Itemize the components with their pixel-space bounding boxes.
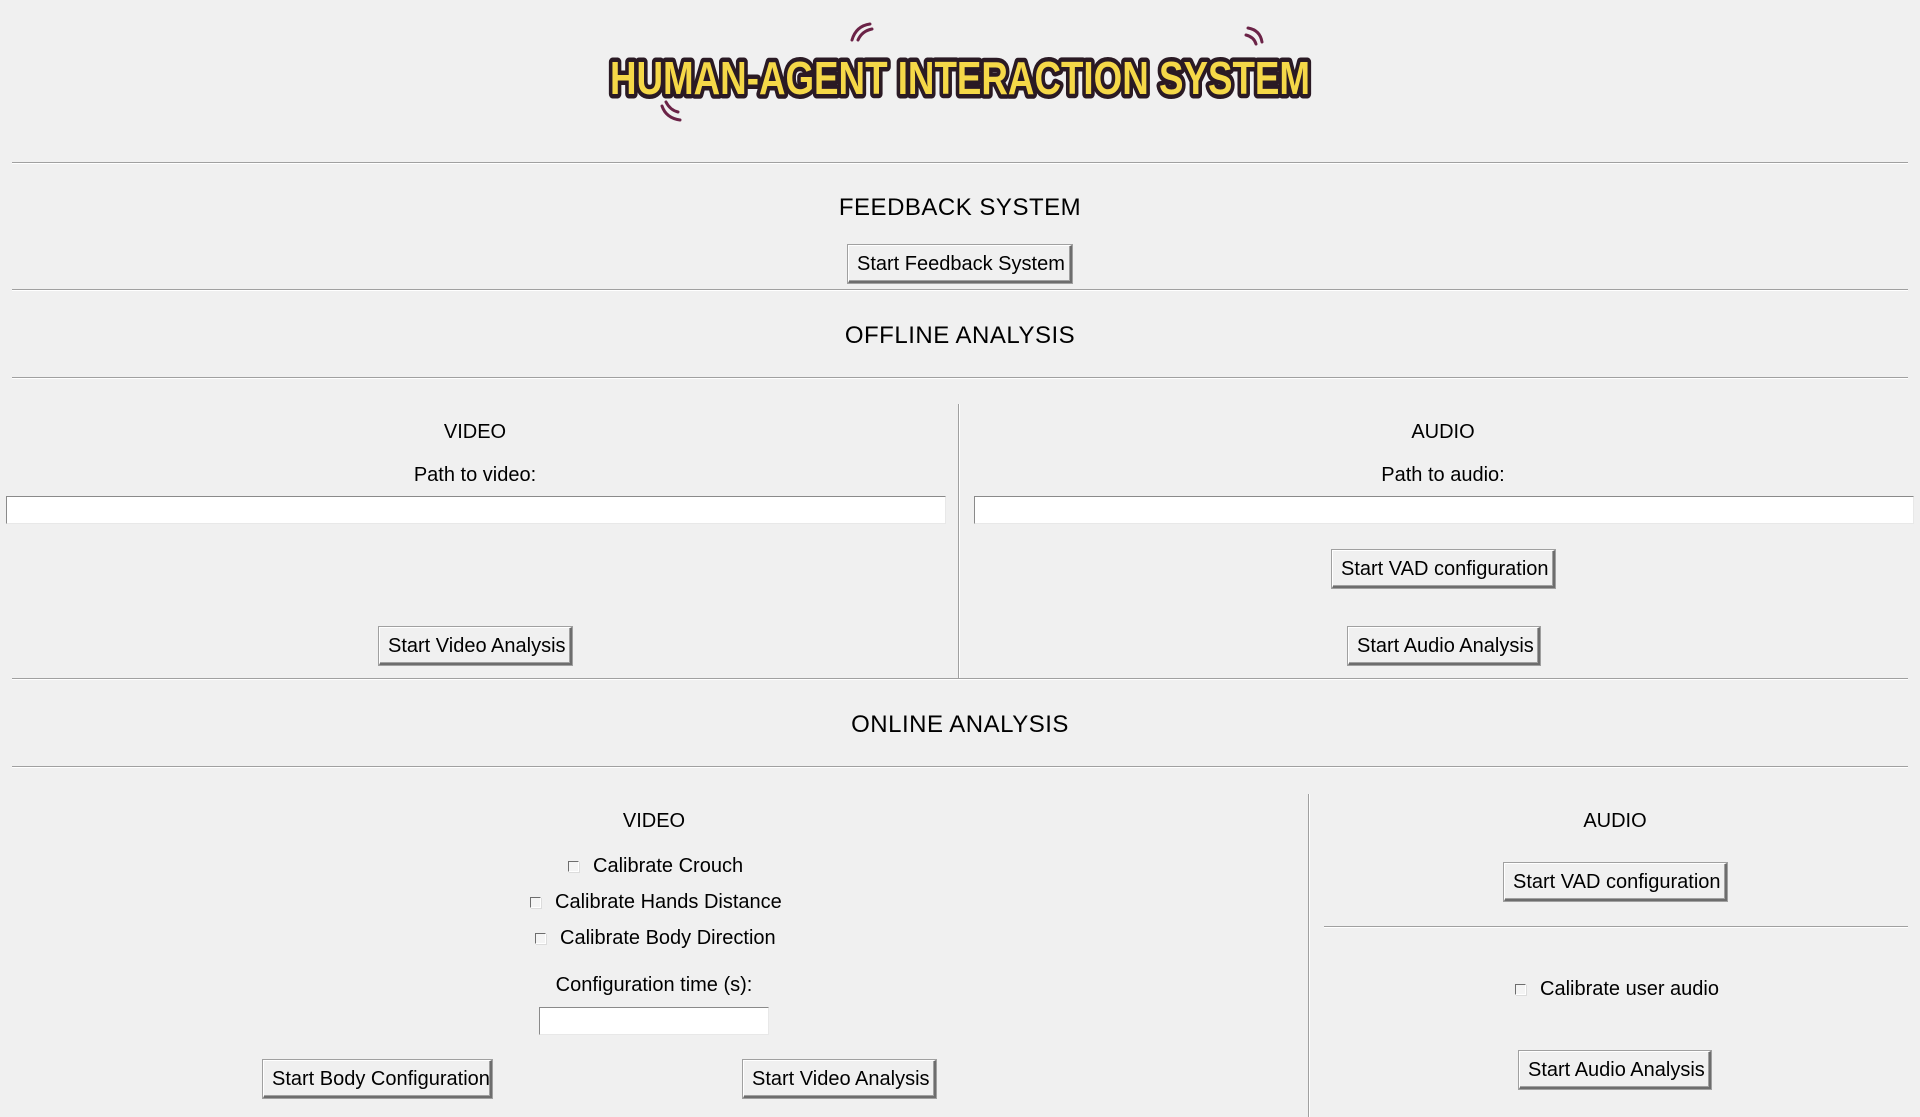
separator: [12, 377, 1908, 379]
checkbox-box[interactable]: [1515, 984, 1526, 995]
online-start-video-analysis-button[interactable]: Start Video Analysis: [743, 1060, 936, 1098]
checkbox-label: Calibrate Crouch: [593, 855, 744, 877]
path-to-video-label: Path to video:: [413, 464, 537, 486]
separator: [12, 766, 1908, 768]
separator: [12, 289, 1908, 291]
checkbox-box[interactable]: [568, 861, 579, 872]
checkbox-label: Calibrate Hands Distance: [555, 891, 782, 913]
online-section-title: ONLINE ANALYSIS: [851, 711, 1069, 738]
offline-audio-title: AUDIO: [1411, 421, 1475, 443]
vertical-separator: [1308, 794, 1310, 1117]
offline-section-title: OFFLINE ANALYSIS: [844, 322, 1076, 349]
offline-video-title: VIDEO: [443, 421, 507, 443]
calibrate-user-audio-checkbox[interactable]: Calibrate user audio: [1515, 978, 1719, 1001]
checkbox-box[interactable]: [530, 897, 541, 908]
offline-start-video-analysis-button[interactable]: Start Video Analysis: [379, 627, 572, 665]
online-video-title: VIDEO: [622, 810, 686, 832]
logo-graphic: HUMAN-AGENT INTERACTION SYSTEM HUMAN-AGE…: [606, 22, 1315, 122]
vertical-separator: [958, 404, 960, 678]
checkbox-box[interactable]: [535, 933, 546, 944]
calibrate-body-direction-checkbox[interactable]: Calibrate Body Direction: [535, 927, 776, 950]
svg-text:HUMAN-AGENT INTERACTION SYSTEM: HUMAN-AGENT INTERACTION SYSTEM: [610, 52, 1310, 104]
start-body-configuration-button[interactable]: Start Body Configuration: [263, 1060, 492, 1098]
online-start-vad-configuration-button[interactable]: Start VAD configuration: [1504, 863, 1727, 901]
online-start-audio-analysis-button[interactable]: Start Audio Analysis: [1519, 1051, 1711, 1089]
offline-start-vad-configuration-button[interactable]: Start VAD configuration: [1332, 550, 1555, 588]
app-logo: HUMAN-AGENT INTERACTION SYSTEM HUMAN-AGE…: [590, 14, 1330, 134]
checkbox-label: Calibrate user audio: [1540, 978, 1719, 1000]
separator: [12, 162, 1908, 164]
path-to-video-input[interactable]: [6, 496, 946, 524]
feedback-section-title: FEEDBACK SYSTEM: [838, 194, 1082, 221]
calibrate-hands-distance-checkbox[interactable]: Calibrate Hands Distance: [530, 891, 782, 914]
configuration-time-input[interactable]: [539, 1007, 769, 1035]
path-to-audio-input[interactable]: [974, 496, 1914, 524]
checkbox-label: Calibrate Body Direction: [560, 927, 776, 949]
start-feedback-system-button[interactable]: Start Feedback System: [848, 245, 1072, 283]
online-audio-title: AUDIO: [1583, 810, 1647, 832]
separator: [1324, 926, 1908, 928]
configuration-time-label: Configuration time (s):: [555, 974, 753, 996]
separator: [12, 678, 1908, 680]
calibrate-crouch-checkbox[interactable]: Calibrate Crouch: [568, 855, 743, 878]
main-window: HUMAN-AGENT INTERACTION SYSTEM HUMAN-AGE…: [0, 0, 1920, 1117]
path-to-audio-label: Path to audio:: [1381, 464, 1505, 486]
offline-start-audio-analysis-button[interactable]: Start Audio Analysis: [1348, 627, 1540, 665]
